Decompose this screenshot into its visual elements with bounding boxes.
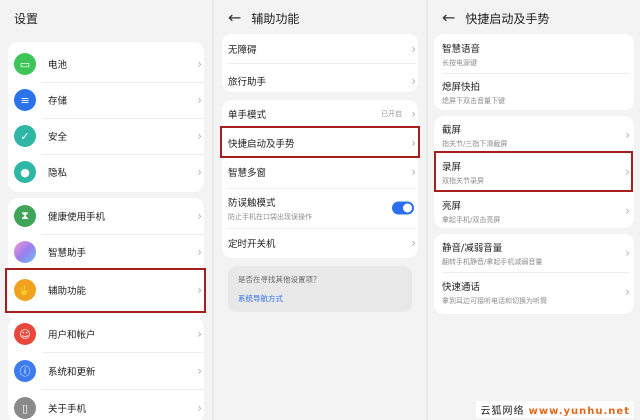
suggestion-question: 是否在寻找其他设置项？	[238, 275, 321, 284]
battery-icon: ▭	[14, 53, 36, 75]
chevron-right-icon: ›	[411, 165, 416, 179]
watermark-prefix: 云狐网络	[480, 406, 525, 417]
highlight-box	[434, 151, 633, 192]
chevron-right-icon: ›	[197, 93, 202, 107]
menu-item-screenshot[interactable]: 截屏 指关节/三指下滑截屏 ›	[428, 118, 640, 152]
system-icon: ⓘ	[14, 360, 36, 382]
suggestion-card: 是否在寻找其他设置项？ 系统导航方式	[228, 266, 412, 312]
menu-item-quick-call[interactable]: 快速通话 拿到耳边可接听电话和切换为听筒 ›	[428, 274, 640, 310]
chevron-right-icon: ›	[197, 364, 202, 378]
status-text: 已开启	[381, 110, 402, 118]
chevron-right-icon: ›	[197, 57, 202, 71]
chevron-right-icon: ›	[197, 245, 202, 259]
settings-item-storage[interactable]: ≡ 存储 ›	[0, 82, 212, 118]
navigation-settings-link[interactable]: 系统导航方式	[238, 293, 402, 304]
menu-item-one-hand-mode[interactable]: 单手模式 已开启 ›	[214, 100, 426, 128]
menu-item-scheduled-power[interactable]: 定时开关机 ›	[214, 229, 426, 257]
menu-item-barrier-free[interactable]: 无障碍 ›	[214, 34, 426, 63]
chevron-right-icon: ›	[625, 285, 630, 299]
user-icon: ☺	[14, 323, 36, 345]
settings-item-users[interactable]: ☺ 用户和帐户 ›	[0, 316, 212, 352]
accessibility-panel: ← 辅助功能 无障碍 › 旅行助手 › 单手模式 已开启 › 快捷启动及手势 ›…	[214, 0, 426, 420]
watermark: 云狐网络 www.yunhu.net	[476, 401, 634, 418]
chevron-right-icon: ›	[197, 209, 202, 223]
settings-item-security[interactable]: ✓ 安全 ›	[0, 118, 212, 154]
settings-item-privacy[interactable]: ● 隐私 ›	[0, 154, 212, 190]
settings-item-system[interactable]: ⓘ 系统和更新 ›	[0, 353, 212, 389]
settings-item-digital-balance[interactable]: ⧗ 健康使用手机 ›	[0, 198, 212, 234]
menu-item-smart-voice[interactable]: 智慧语音 长按电源键	[428, 36, 640, 72]
chevron-right-icon: ›	[197, 327, 202, 341]
settings-header: 设置	[0, 0, 212, 36]
chevron-right-icon: ›	[625, 246, 630, 260]
hourglass-icon: ⧗	[14, 205, 36, 227]
privacy-icon: ●	[14, 161, 36, 183]
shortcuts-header: ← 快捷启动及手势	[428, 0, 640, 36]
chevron-right-icon: ›	[411, 73, 416, 88]
menu-item-mute-volume[interactable]: 静音/减弱音量 翻转手机静音/拿起手机减弱音量 ›	[428, 235, 640, 271]
back-arrow-icon[interactable]: ←	[442, 10, 455, 26]
menu-item-travel-assistant[interactable]: 旅行助手 ›	[214, 66, 426, 95]
pocket-mode-toggle[interactable]	[392, 201, 414, 215]
phone-info-icon: ▯	[14, 397, 36, 419]
settings-item-about[interactable]: ▯ 关于手机 ›	[0, 390, 212, 420]
chevron-right-icon: ›	[411, 236, 416, 250]
highlight-box	[5, 268, 206, 313]
menu-item-pocket-mode[interactable]: 防误触模式 防止手机在口袋出现误操作	[214, 190, 426, 226]
highlight-box	[220, 126, 420, 158]
storage-icon: ≡	[14, 89, 36, 111]
chevron-right-icon: ›	[625, 128, 630, 142]
chevron-right-icon: ›	[411, 107, 416, 121]
assistant-icon	[14, 241, 36, 263]
settings-panel: 设置 ▭ 电池 › ≡ 存储 › ✓ 安全 › ● 隐私 › ⧗ 健康使用手机 …	[0, 0, 212, 420]
chevron-right-icon: ›	[197, 129, 202, 143]
settings-item-smart-assistant[interactable]: 智慧助手 ›	[0, 234, 212, 270]
watermark-url: www.yunhu.net	[528, 406, 630, 417]
menu-item-wake-screen[interactable]: 亮屏 拿起手机/双击亮屏 ›	[428, 193, 640, 229]
settings-item-battery[interactable]: ▭ 电池 ›	[0, 46, 212, 82]
page-title: 设置	[14, 11, 39, 26]
chevron-right-icon: ›	[197, 165, 202, 179]
page-title: 辅助功能	[251, 11, 300, 26]
chevron-right-icon: ›	[411, 41, 416, 56]
back-arrow-icon[interactable]: ←	[228, 10, 241, 26]
page-title: 快捷启动及手势	[465, 11, 550, 26]
menu-item-smart-multiwindow[interactable]: 智慧多窗 ›	[214, 158, 426, 186]
chevron-right-icon: ›	[197, 401, 202, 415]
shortcuts-panel: ← 快捷启动及手势 智慧语音 长按电源键 熄屏快拍 熄屏下双击音量下键 截屏 指…	[428, 0, 640, 420]
accessibility-header: ← 辅助功能	[214, 0, 426, 36]
chevron-right-icon: ›	[625, 204, 630, 218]
menu-item-screen-off-snapshot[interactable]: 熄屏快拍 熄屏下双击音量下键	[428, 74, 640, 110]
shield-icon: ✓	[14, 125, 36, 147]
